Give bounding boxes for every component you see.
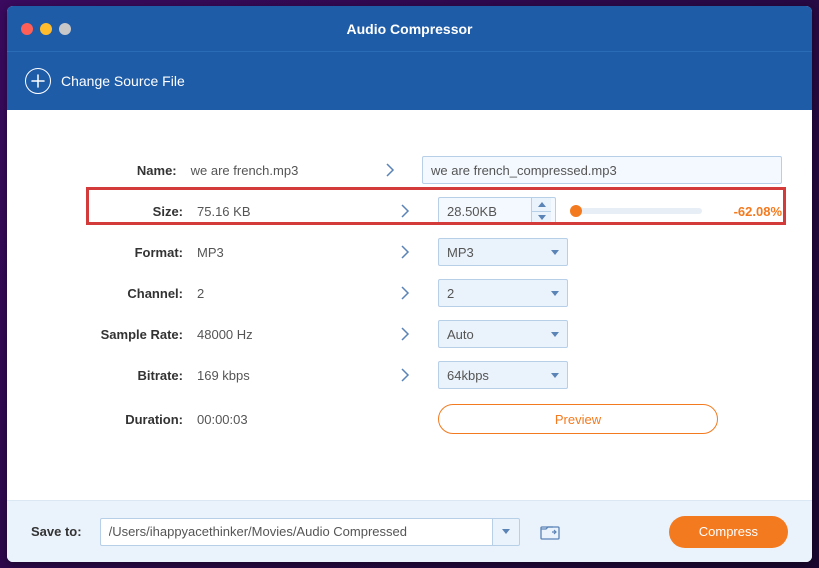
format-source: MP3 bbox=[197, 245, 392, 260]
sample-rate-source: 48000 Hz bbox=[197, 327, 392, 342]
save-path-input[interactable] bbox=[100, 518, 492, 546]
sample-rate-select[interactable]: Auto bbox=[438, 320, 568, 348]
change-source-label: Change Source File bbox=[61, 73, 185, 89]
name-label: Name: bbox=[37, 163, 191, 178]
arrow-icon bbox=[392, 286, 418, 300]
chevron-down-icon bbox=[551, 373, 559, 378]
format-value: MP3 bbox=[447, 245, 474, 260]
maximize-window-icon[interactable] bbox=[59, 23, 71, 35]
row-duration: Duration: 00:00:03 Preview bbox=[37, 399, 782, 439]
save-path-group bbox=[100, 518, 520, 546]
size-up-button[interactable] bbox=[532, 198, 551, 212]
channel-value: 2 bbox=[447, 286, 454, 301]
open-folder-button[interactable] bbox=[536, 520, 564, 544]
size-label: Size: bbox=[37, 204, 197, 219]
bitrate-label: Bitrate: bbox=[37, 368, 197, 383]
plus-circle-icon bbox=[25, 68, 51, 94]
traffic-lights bbox=[21, 23, 71, 35]
format-select[interactable]: MP3 bbox=[438, 238, 568, 266]
close-window-icon[interactable] bbox=[21, 23, 33, 35]
compress-button[interactable]: Compress bbox=[669, 516, 788, 548]
chevron-down-icon bbox=[551, 250, 559, 255]
content-area: Name: we are french.mp3 Size: 75.16 KB bbox=[7, 110, 812, 500]
minimize-window-icon[interactable] bbox=[40, 23, 52, 35]
row-format: Format: MP3 MP3 bbox=[37, 232, 782, 272]
arrow-icon bbox=[377, 163, 402, 177]
target-size-stepper[interactable] bbox=[438, 197, 556, 225]
arrow-icon bbox=[392, 245, 418, 259]
chevron-down-icon bbox=[551, 291, 559, 296]
bitrate-value: 64kbps bbox=[447, 368, 489, 383]
chevron-down-icon bbox=[551, 332, 559, 337]
save-path-dropdown[interactable] bbox=[492, 518, 520, 546]
size-percent: -62.08% bbox=[722, 204, 782, 219]
slider-thumb[interactable] bbox=[570, 205, 582, 217]
row-sample-rate: Sample Rate: 48000 Hz Auto bbox=[37, 314, 782, 354]
chevron-down-icon bbox=[502, 529, 510, 534]
sample-rate-value: Auto bbox=[447, 327, 474, 342]
row-size: Size: 75.16 KB -62.08% bbox=[37, 191, 782, 231]
row-channel: Channel: 2 2 bbox=[37, 273, 782, 313]
name-source: we are french.mp3 bbox=[191, 163, 378, 178]
row-bitrate: Bitrate: 169 kbps 64kbps bbox=[37, 355, 782, 395]
save-to-label: Save to: bbox=[31, 524, 82, 539]
window-title: Audio Compressor bbox=[7, 21, 812, 37]
triangle-up-icon bbox=[538, 202, 546, 207]
preview-label: Preview bbox=[555, 412, 601, 427]
compress-label: Compress bbox=[699, 524, 758, 539]
duration-value: 00:00:03 bbox=[197, 412, 392, 427]
format-label: Format: bbox=[37, 245, 197, 260]
bitrate-source: 169 kbps bbox=[197, 368, 392, 383]
row-name: Name: we are french.mp3 bbox=[37, 150, 782, 190]
app-window: Audio Compressor Change Source File Name… bbox=[7, 6, 812, 562]
channel-select[interactable]: 2 bbox=[438, 279, 568, 307]
change-source-button[interactable]: Change Source File bbox=[25, 68, 185, 94]
size-source: 75.16 KB bbox=[197, 204, 392, 219]
target-size-input[interactable] bbox=[439, 198, 531, 224]
duration-label: Duration: bbox=[37, 412, 197, 427]
toolbar: Change Source File bbox=[7, 52, 812, 110]
preview-button[interactable]: Preview bbox=[438, 404, 718, 434]
bitrate-select[interactable]: 64kbps bbox=[438, 361, 568, 389]
titlebar: Audio Compressor bbox=[7, 6, 812, 52]
size-down-button[interactable] bbox=[532, 212, 551, 225]
channel-label: Channel: bbox=[37, 286, 197, 301]
output-name-input[interactable] bbox=[422, 156, 782, 184]
arrow-icon bbox=[392, 327, 418, 341]
arrow-icon bbox=[392, 204, 418, 218]
channel-source: 2 bbox=[197, 286, 392, 301]
bottom-bar: Save to: Compress bbox=[7, 500, 812, 562]
size-slider[interactable] bbox=[576, 208, 702, 214]
folder-icon bbox=[540, 524, 560, 540]
arrow-icon bbox=[392, 368, 418, 382]
triangle-down-icon bbox=[538, 215, 546, 220]
sample-rate-label: Sample Rate: bbox=[37, 327, 197, 342]
